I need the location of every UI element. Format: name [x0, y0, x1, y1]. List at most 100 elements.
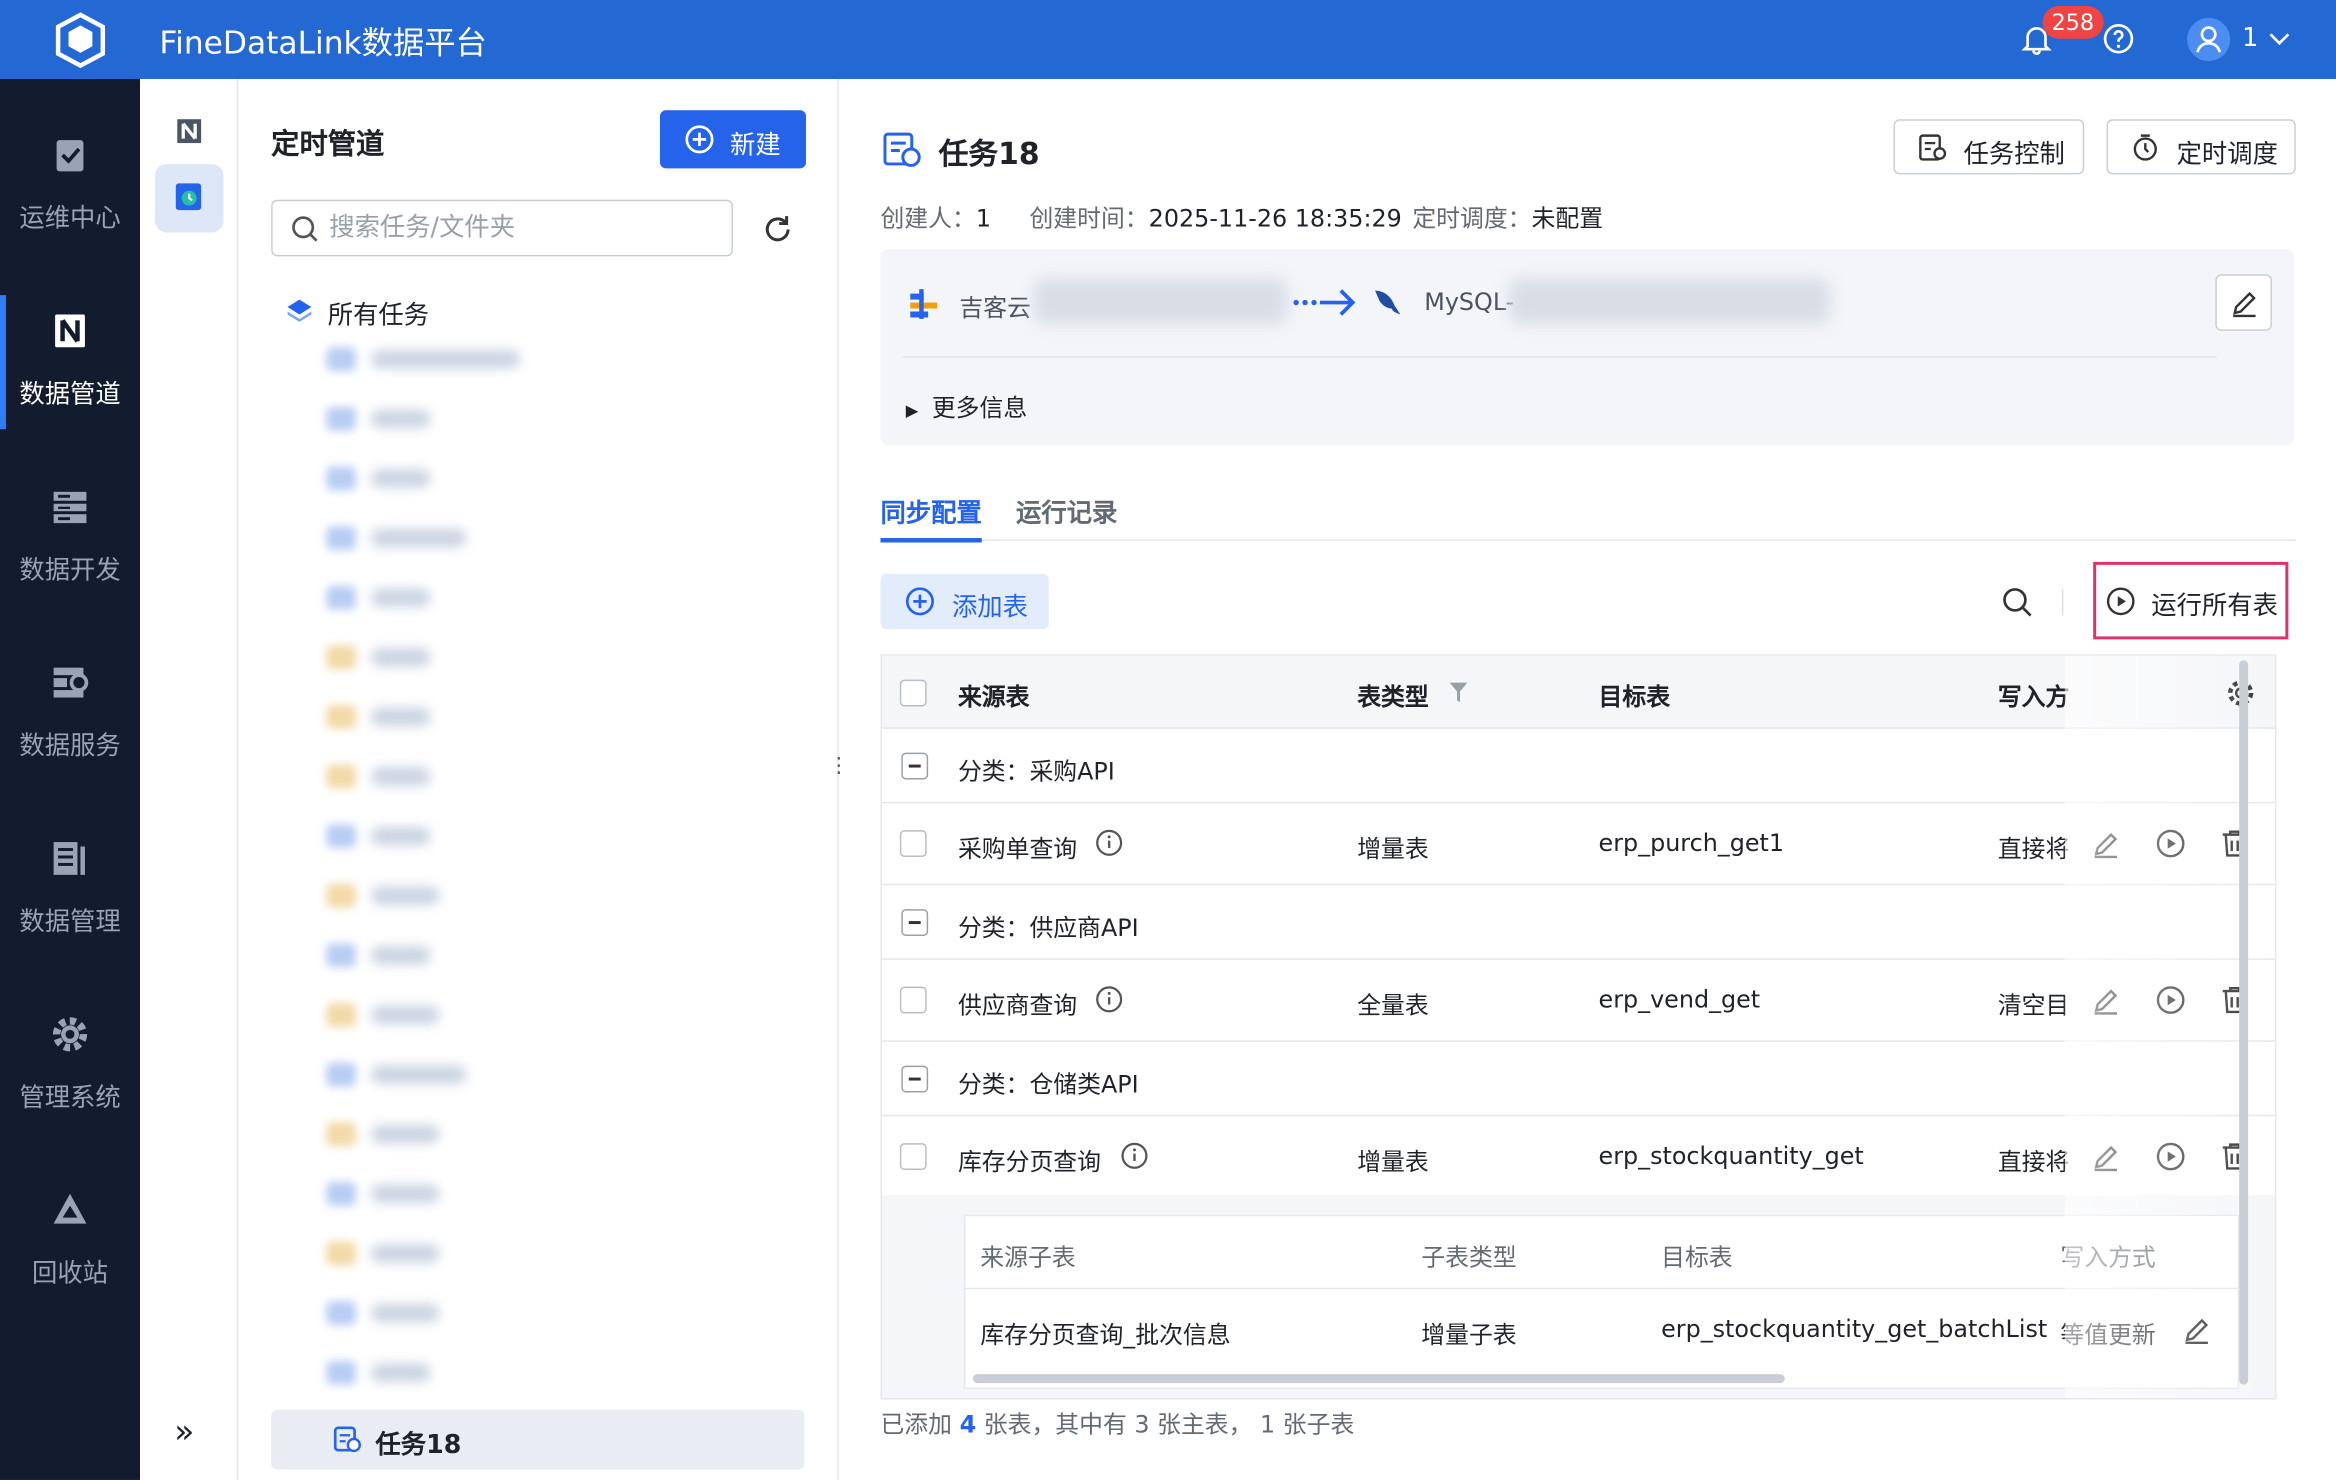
plus-circle-icon	[905, 587, 934, 616]
nav-label: 数据管理	[19, 907, 121, 938]
edit-icon[interactable]	[2183, 1315, 2213, 1345]
sub-target-table: erp_stockquantity_get_batchList	[1661, 1314, 2048, 1343]
edit-connection-button[interactable]	[2215, 274, 2272, 331]
column-header: 子表类型	[1421, 1242, 1517, 1272]
tab-run-log[interactable]: 运行记录	[1016, 492, 1117, 529]
sub-table-type: 增量子表	[1421, 1320, 1517, 1349]
column-header[interactable]: 目标表	[1599, 677, 1671, 713]
edit-icon	[2233, 291, 2256, 318]
nav-item-data-pipeline[interactable]: 数据管道	[0, 295, 140, 430]
table-type: 全量表	[1357, 991, 1429, 1020]
target-table: erp_vend_get	[1598, 985, 1761, 1014]
database-stack-icon	[53, 491, 87, 524]
group-label: 分类：仓储类API	[957, 1070, 1139, 1099]
collapse-icon[interactable]	[901, 1065, 929, 1093]
tree-item-selected-task[interactable]: 任务18	[271, 1409, 805, 1470]
run-all-tables-button[interactable]: 运行所有表	[2093, 561, 2289, 640]
pipeline-icon[interactable]	[174, 116, 204, 146]
nav-label: 数据服务	[19, 731, 121, 762]
info-icon[interactable]	[1120, 1142, 1148, 1170]
help-icon[interactable]	[2102, 22, 2135, 55]
nav-item-data-dev[interactable]: 数据开发	[0, 471, 140, 605]
nav-item-data-manage[interactable]: 数据管理	[0, 823, 140, 957]
nav-label: 回收站	[32, 1259, 109, 1290]
page-title: 任务18	[938, 135, 1040, 172]
mysql-icon	[1375, 290, 1401, 315]
table-row[interactable]: 供应商查询 全量表 erp_vend_get 清空目	[881, 960, 2275, 1042]
scheduled-pipeline-icon	[175, 183, 202, 211]
layers-icon	[287, 299, 312, 322]
summary-total: 4	[959, 1409, 977, 1439]
row-checkbox[interactable]	[899, 1143, 927, 1170]
info-icon[interactable]	[1095, 829, 1123, 857]
new-button[interactable]: 新建	[659, 110, 806, 169]
tree-root-all-tasks[interactable]: 所有任务	[328, 294, 429, 331]
info-icon[interactable]	[1095, 985, 1123, 1013]
nav-item-data-service[interactable]: 数据服务	[0, 647, 140, 781]
redacted-target	[1509, 278, 1830, 324]
column-header[interactable]: 来源表	[958, 677, 1030, 713]
sub-write-mode: 等值更新	[2060, 1320, 2156, 1349]
created-meta: 创建时间：2025-11-26 18:35:29	[1029, 198, 1401, 234]
table-row[interactable]: 库存分页查询 增量表 erp_stockquantity_get 直接将	[881, 1116, 2275, 1199]
app-logo-icon[interactable]	[51, 10, 111, 70]
group-row[interactable]: 分类：采购API	[881, 729, 2275, 804]
vertical-scrollbar[interactable]	[2239, 660, 2249, 1385]
group-row[interactable]: 分类：仓储类API	[881, 1042, 2275, 1117]
nav-label: 管理系统	[19, 1083, 121, 1114]
column-header: 目标表	[1661, 1242, 1733, 1272]
column-header[interactable]: 表类型	[1357, 677, 1429, 713]
gear-icon	[52, 1017, 88, 1052]
task-control-button[interactable]: 任务控制	[1893, 119, 2085, 175]
tab-sync-config[interactable]: 同步配置	[880, 492, 982, 543]
edit-icon[interactable]	[2092, 1142, 2122, 1172]
nav-item-admin-system[interactable]: 管理系统	[0, 999, 140, 1133]
edit-icon[interactable]	[2092, 985, 2122, 1015]
user-name[interactable]: 1	[2242, 24, 2258, 54]
task-tree-panel: 定时管道 新建 所有任务 任务18	[239, 78, 839, 1480]
filter-icon[interactable]	[1448, 681, 1469, 703]
schedule-button[interactable]: 定时调度	[2106, 119, 2296, 175]
row-checkbox[interactable]	[899, 830, 927, 857]
refresh-icon[interactable]	[761, 213, 794, 246]
search-input[interactable]	[329, 210, 717, 246]
clipboard-check-icon	[56, 140, 84, 172]
nav-item-ops-center[interactable]: 运维中心	[0, 119, 140, 253]
avatar[interactable]	[2187, 17, 2231, 62]
edit-icon[interactable]	[2092, 829, 2122, 859]
search-icon[interactable]	[2001, 586, 2034, 619]
more-info-toggle[interactable]: ▶ 更多信息	[906, 388, 1027, 424]
table-row[interactable]: 采购单查询 增量表 erp_purch_get1 直接将	[881, 803, 2275, 886]
sub-table-area: 来源子表 子表类型 目标表 写入方式 库存分页查询_批次信息 增量子表 erp_…	[881, 1195, 2275, 1398]
select-all-checkbox[interactable]	[899, 679, 927, 707]
nav-label: 数据管道	[19, 380, 121, 410]
column-header[interactable]: 写入方	[1998, 677, 2070, 713]
summary-prefix: 已添加	[880, 1409, 953, 1439]
play-circle-icon[interactable]	[2156, 985, 2186, 1015]
play-circle-icon[interactable]	[2156, 1142, 2186, 1172]
schedule-label: 定时调度	[2176, 140, 2278, 170]
table-type: 增量表	[1357, 834, 1429, 863]
write-mode: 清空目	[1997, 991, 2070, 1020]
schedule-meta: 定时调度：未配置	[1412, 198, 1603, 234]
notification-badge: 258	[2042, 5, 2104, 39]
row-checkbox[interactable]	[899, 986, 927, 1014]
play-circle-icon[interactable]	[2156, 829, 2186, 859]
creator-label: 创建人：	[880, 204, 976, 233]
recycle-icon	[53, 1193, 87, 1224]
more-info-label: 更多信息	[931, 393, 1028, 422]
add-table-button[interactable]: 添加表	[880, 573, 1049, 629]
sync-table: 来源表 表类型 目标表 写入方 分类：采购API 采购单查询 增量表 erp_p…	[880, 654, 2277, 1400]
search-box[interactable]	[271, 199, 733, 257]
scheduled-pipeline-tab[interactable]	[154, 163, 224, 233]
nav-item-recycle-bin[interactable]: 回收站	[0, 1174, 140, 1308]
horizontal-scrollbar[interactable]	[972, 1374, 1785, 1384]
data-manage-icon	[53, 842, 85, 875]
collapse-icon[interactable]	[901, 752, 929, 780]
collapse-icon[interactable]	[901, 909, 929, 936]
new-button-label: 新建	[730, 131, 781, 161]
group-row[interactable]: 分类：供应商API	[881, 885, 2275, 960]
column-header: 来源子表	[980, 1242, 1076, 1272]
chevron-down-icon[interactable]	[2266, 25, 2293, 52]
expand-sidebar-icon[interactable]: »	[174, 1414, 207, 1451]
